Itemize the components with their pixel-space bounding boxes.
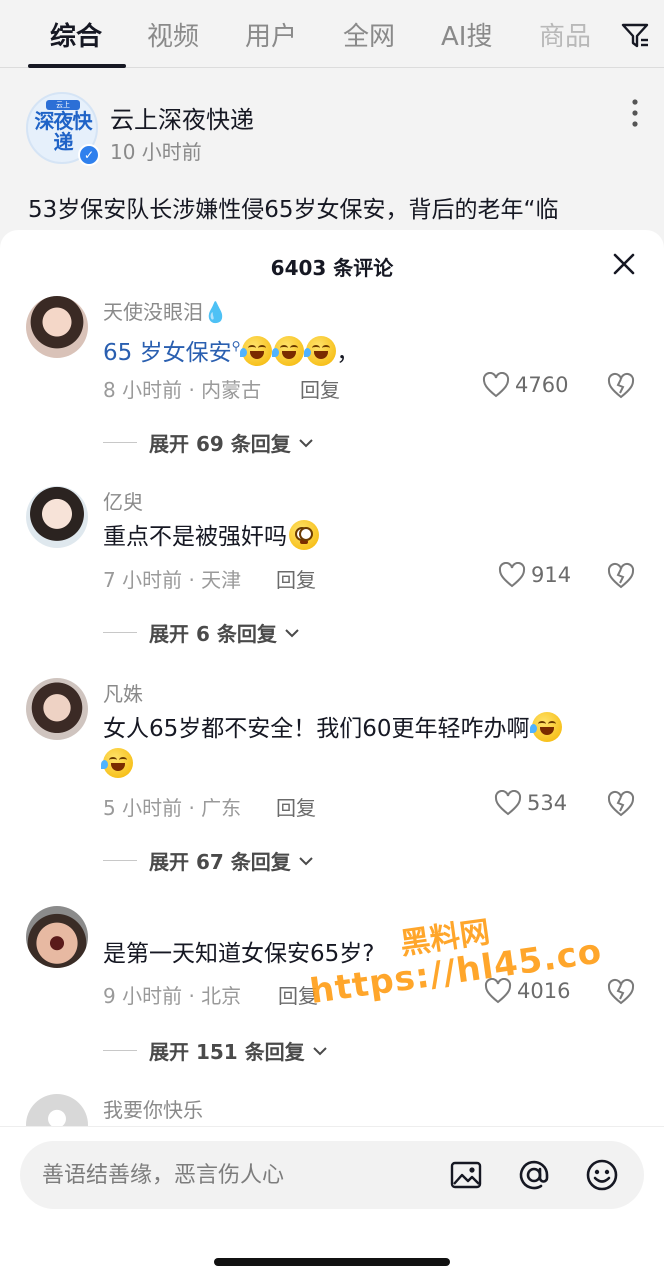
expand-replies-label: 展开 69 条回复 (149, 432, 291, 456)
comment-text-suffix: ， (336, 340, 360, 366)
comment-text[interactable]: 重点不是被强奸吗 (103, 520, 319, 553)
expand-replies-button[interactable]: 展开 151 条回复 (103, 1036, 328, 1065)
tab-users[interactable]: 用户 (245, 16, 297, 53)
laugh-cry-emoji (272, 336, 305, 366)
close-icon[interactable] (612, 252, 636, 276)
home-indicator (214, 1258, 450, 1266)
search-link[interactable]: 65 岁女保安 (103, 340, 232, 366)
dislike-icon[interactable] (606, 978, 636, 1006)
avatar[interactable] (26, 678, 88, 740)
chevron-down-icon (313, 1046, 327, 1055)
comment-text-line2 (101, 748, 133, 781)
tab-ai-search[interactable]: AI搜 (441, 16, 492, 53)
avatar[interactable] (26, 296, 88, 358)
comment-author[interactable]: 天使没眼泪💧 (103, 296, 228, 325)
like-count: 4760 (515, 373, 569, 397)
comment-meta: 8 小时前 · 内蒙古 (103, 378, 262, 402)
chevron-down-icon (299, 856, 313, 865)
expand-replies-button[interactable]: 展开 67 条回复 (103, 846, 314, 875)
comment-author[interactable]: 我要你快乐 (103, 1094, 203, 1123)
image-icon[interactable] (448, 1157, 484, 1193)
comment-author[interactable]: 亿臾 (103, 486, 143, 515)
tab-video[interactable]: 视频 (147, 16, 199, 53)
dislike-icon[interactable] (606, 372, 636, 400)
active-tab-indicator (28, 64, 126, 68)
staring-emoji (289, 520, 319, 550)
comments-sheet: 6403 条评论 天使没眼泪💧 65 岁女保安⚲ ， 8 小时前 · 内蒙古 回复… (0, 230, 664, 1280)
like-count: 534 (527, 791, 568, 815)
reply-button[interactable]: 回复 (278, 980, 318, 1009)
comment-meta: 9 小时前 · 北京 (103, 984, 242, 1008)
dislike-icon[interactable] (606, 562, 636, 590)
expand-replies-label: 展开 67 条回复 (149, 850, 291, 874)
like-icon[interactable] (484, 978, 512, 1004)
laugh-cry-emoji (529, 712, 562, 742)
post-text[interactable]: 53岁保安队长涉嫌性侵65岁女保安，背后的老年“临 (28, 190, 558, 224)
comment-text-body: 女人65岁都不安全！我们60更年轻咋办啊 (103, 716, 530, 742)
like-icon[interactable] (498, 562, 526, 588)
comment-text[interactable]: 是第一天知道女保安65岁? (103, 938, 374, 970)
tab-all[interactable]: 综合 (50, 16, 102, 53)
reply-button[interactable]: 回复 (276, 792, 316, 821)
dislike-icon[interactable] (606, 790, 636, 818)
comment-input-container (20, 1141, 644, 1209)
like-count: 4016 (517, 979, 571, 1003)
search-tabs: 综合 视频 用户 全网 AI搜 商品 (0, 0, 664, 68)
like-icon[interactable] (494, 790, 522, 816)
avatar[interactable] (26, 486, 88, 548)
watermark-title: 黑料网 (398, 914, 493, 963)
expand-replies-label: 展开 151 条回复 (149, 1040, 305, 1064)
comment-text[interactable]: 女人65岁都不安全！我们60更年轻咋办啊 (103, 712, 562, 745)
comment-text[interactable]: 65 岁女保安⚲ ， (103, 330, 359, 369)
search-icon: ⚲ (231, 339, 241, 353)
mention-icon[interactable] (516, 1157, 552, 1193)
post-time: 10 小时前 (110, 140, 202, 164)
account-name[interactable]: 云上深夜快递 (110, 100, 254, 135)
tab-web[interactable]: 全网 (343, 16, 395, 53)
comment-meta: 5 小时前 · 广东 (103, 796, 242, 820)
tab-products[interactable]: 商品 (539, 16, 591, 53)
expand-replies-button[interactable]: 展开 69 条回复 (103, 428, 314, 457)
more-options-icon[interactable] (630, 98, 640, 128)
emoji-icon[interactable] (584, 1157, 620, 1193)
comment-input-bar (0, 1126, 664, 1280)
laugh-cry-emoji (240, 336, 273, 366)
comment-author[interactable]: 凡姝 (103, 678, 143, 707)
like-icon[interactable] (482, 372, 510, 398)
comments-count-title: 6403 条评论 (270, 256, 394, 280)
comment-meta: 7 小时前 · 天津 (103, 568, 242, 592)
comment-text-body: 重点不是被强奸吗 (103, 524, 287, 550)
reply-button[interactable]: 回复 (300, 374, 340, 403)
verified-icon: ✓ (78, 144, 100, 166)
avatar[interactable] (26, 906, 88, 968)
like-count: 914 (531, 563, 572, 587)
expand-replies-button[interactable]: 展开 6 条回复 (103, 618, 300, 647)
comment-input[interactable] (42, 1155, 442, 1195)
chevron-down-icon (285, 628, 299, 637)
post-header: 云上 深夜快递 ✓ 云上深夜快递 10 小时前 (26, 88, 644, 178)
reply-button[interactable]: 回复 (276, 564, 316, 593)
filter-icon[interactable] (620, 20, 650, 50)
laugh-cry-emoji (304, 336, 337, 366)
expand-replies-label: 展开 6 条回复 (149, 622, 277, 646)
laugh-cry-emoji (101, 748, 133, 778)
chevron-down-icon (299, 438, 313, 447)
